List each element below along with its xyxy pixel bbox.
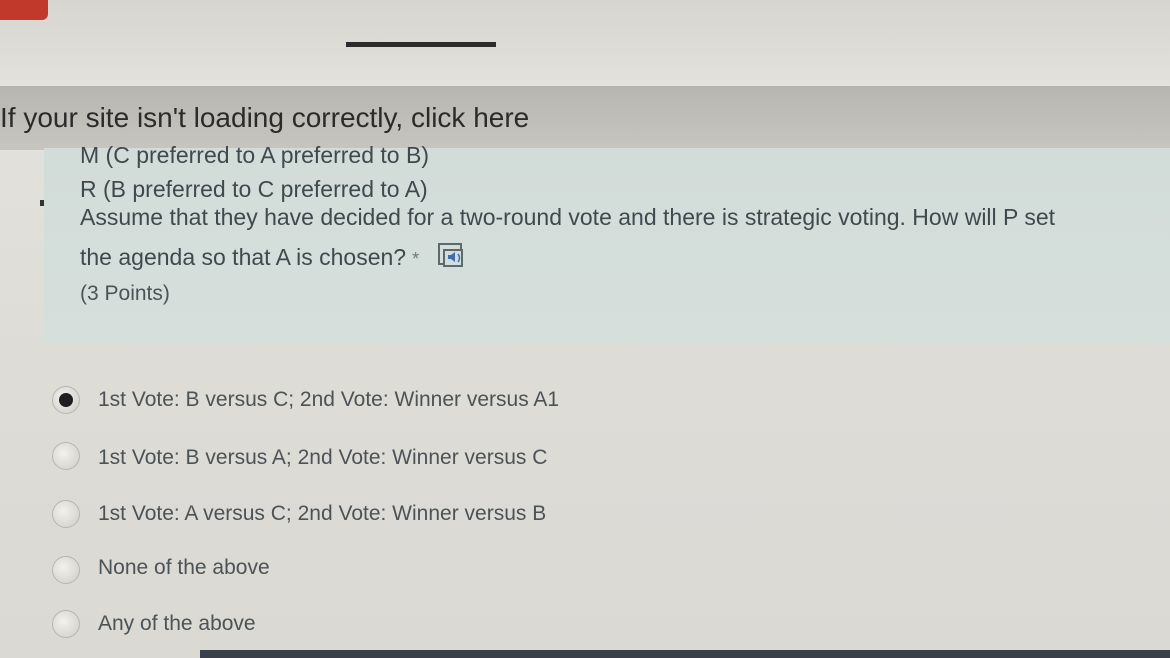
- radio-button-3[interactable]: [52, 500, 80, 528]
- option-label-5[interactable]: Any of the above: [98, 612, 256, 636]
- browser-top-strip: [0, 0, 1170, 88]
- preference-line-r: R (B preferred to C preferred to A): [80, 176, 428, 202]
- option-row-2[interactable]: 1st Vote: B versus A; 2nd Vote: Winner v…: [0, 438, 700, 478]
- bullet-marker: [40, 200, 44, 206]
- red-tab[interactable]: [0, 0, 48, 20]
- radio-button-2[interactable]: [52, 442, 80, 470]
- question-text-line-2: the agenda so that A is chosen? *: [80, 242, 472, 271]
- screen: If your site isn't loading correctly, cl…: [0, 0, 1170, 658]
- option-label-2[interactable]: 1st Vote: B versus A; 2nd Vote: Winner v…: [98, 446, 547, 470]
- question-text-line-2-label: the agenda so that A is chosen?: [80, 244, 407, 270]
- question-text-line-1: Assume that they have decided for a two-…: [80, 204, 1056, 230]
- radio-button-1[interactable]: [52, 386, 80, 414]
- radio-button-4[interactable]: [52, 556, 80, 584]
- option-row-1[interactable]: 1st Vote: B versus C; 2nd Vote: Winner v…: [0, 380, 700, 420]
- question-points: (3 Points): [80, 282, 170, 305]
- preference-line-m: M (C preferred to A preferred to B): [80, 142, 429, 168]
- loading-bar: [346, 42, 496, 47]
- option-label-1[interactable]: 1st Vote: B versus C; 2nd Vote: Winner v…: [98, 388, 559, 412]
- taskbar: [200, 650, 1170, 658]
- option-row-5[interactable]: Any of the above: [0, 610, 700, 650]
- radio-button-5[interactable]: [52, 610, 80, 638]
- required-marker: *: [412, 249, 420, 269]
- site-notice-link[interactable]: If your site isn't loading correctly, cl…: [0, 102, 529, 134]
- option-row-3[interactable]: 1st Vote: A versus C; 2nd Vote: Winner v…: [0, 494, 700, 534]
- option-label-4[interactable]: None of the above: [98, 556, 270, 580]
- immersive-reader-speaker-icon[interactable]: [437, 242, 472, 267]
- option-label-3[interactable]: 1st Vote: A versus C; 2nd Vote: Winner v…: [98, 502, 546, 526]
- option-row-4[interactable]: None of the above: [0, 554, 700, 594]
